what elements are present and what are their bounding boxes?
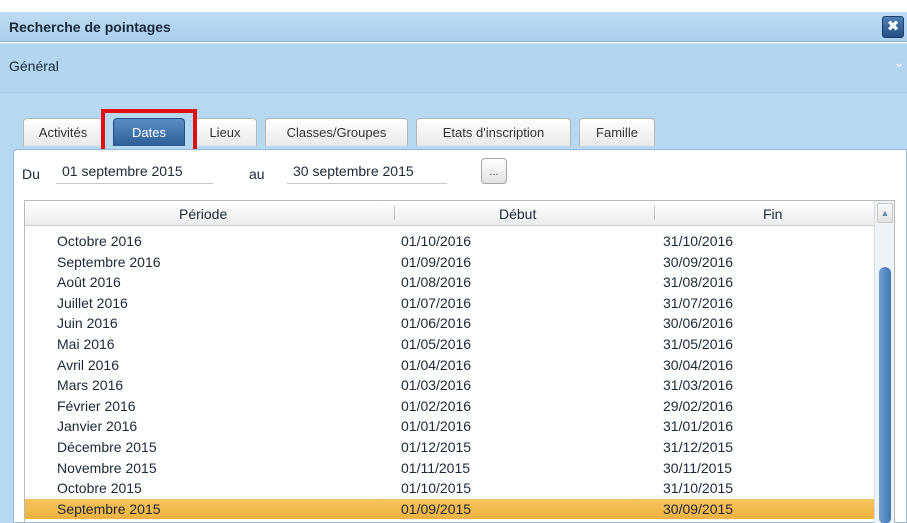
cell-fin: 30/09/2016 [663, 253, 734, 270]
cell-fin: 31/01/2016 [663, 418, 734, 435]
cell-fin: 30/11/2015 [663, 459, 733, 476]
cell-periode: Septembre 2016 [57, 253, 161, 270]
tab-label: Etats d'inscription [442, 125, 545, 140]
cell-debut: 01/02/2016 [401, 397, 472, 414]
tab-etats-inscription[interactable]: Etats d'inscription [416, 118, 571, 146]
cell-periode: Décembre 2015 [57, 438, 157, 455]
close-button[interactable]: ✖ [882, 16, 904, 38]
table-row[interactable]: Août 2016 01/08/2016 31/08/2016 [25, 272, 875, 293]
tab-label: Activités [38, 125, 88, 140]
cell-periode: Avril 2016 [57, 356, 120, 373]
cell-periode: Mai 2016 [57, 335, 115, 352]
title-bar: Recherche de pointages ✖ [0, 12, 907, 42]
close-icon: ✖ [886, 18, 900, 35]
cell-debut: 01/01/2016 [401, 418, 472, 435]
table-row[interactable]: Mars 2016 01/03/2016 31/03/2016 [25, 375, 875, 396]
cell-periode: Octobre 2016 [57, 233, 142, 249]
table-row[interactable]: Avril 2016 01/04/2016 30/04/2016 [25, 355, 875, 376]
from-date-field[interactable]: 01 septembre 2015 [56, 160, 213, 184]
column-separator[interactable] [394, 206, 395, 220]
cell-fin: 31/05/2016 [663, 335, 734, 352]
cell-debut: 01/05/2016 [401, 335, 472, 352]
table-row[interactable]: Novembre 2015 01/11/2015 30/11/2015 [25, 458, 875, 479]
cell-fin: 30/09/2015 [663, 500, 734, 517]
cell-debut: 01/06/2016 [401, 315, 472, 332]
cell-debut: 01/04/2016 [401, 356, 472, 373]
table-row[interactable]: Février 2016 01/02/2016 29/02/2016 [25, 396, 875, 417]
cell-debut: 01/07/2016 [401, 294, 472, 311]
column-header-fin[interactable]: Fin [763, 206, 782, 222]
window-title: Recherche de pointages [9, 19, 171, 35]
cell-debut: 01/10/2015 [401, 480, 472, 497]
cell-fin: 30/06/2016 [663, 315, 734, 332]
column-header-periode[interactable]: Période [179, 206, 227, 222]
cell-periode: Octobre 2015 [57, 480, 142, 497]
column-separator[interactable] [654, 206, 655, 220]
table-row[interactable]: Mai 2016 01/05/2016 31/05/2016 [25, 334, 875, 355]
cell-debut: 01/09/2016 [401, 253, 472, 270]
cell-debut: 01/10/2016 [401, 233, 472, 249]
cell-fin: 31/03/2016 [663, 377, 734, 394]
cell-fin: 30/04/2016 [663, 356, 734, 373]
scroll-up-button[interactable]: ▲ [877, 203, 893, 223]
tab-classes-groupes[interactable]: Classes/Groupes [265, 118, 408, 146]
cell-periode: Septembre 2015 [57, 500, 161, 517]
table-row[interactable]: Octobre 2016 01/10/2016 31/10/2016 [25, 231, 875, 252]
vertical-scrollbar[interactable]: ▲ [874, 201, 894, 523]
cell-periode: Mars 2016 [57, 377, 124, 394]
to-date-field[interactable]: 30 septembre 2015 [287, 160, 447, 184]
general-section-header[interactable]: Général ⌄ [0, 43, 907, 93]
table-row[interactable]: Juin 2016 01/06/2016 30/06/2016 [25, 313, 875, 334]
selected-table-row[interactable]: Septembre 2015 01/09/2015 30/09/2015 [25, 498, 875, 520]
to-label: au [249, 166, 265, 182]
table-row[interactable]: Janvier 2016 01/01/2016 31/01/2016 [25, 416, 875, 437]
cell-fin: 31/10/2016 [663, 233, 734, 249]
cell-periode: Février 2016 [57, 397, 136, 414]
cell-fin: 31/10/2015 [663, 480, 734, 497]
cell-debut: 01/08/2016 [401, 274, 472, 291]
tab-famille[interactable]: Famille [579, 118, 655, 146]
tab-activites[interactable]: Activités [23, 118, 103, 146]
tab-dates[interactable]: Dates [113, 118, 185, 146]
cell-periode: Janvier 2016 [57, 418, 138, 435]
cell-fin: 31/07/2016 [663, 294, 734, 311]
section-label: Général [9, 58, 59, 74]
from-label: Du [22, 166, 40, 182]
table-row[interactable]: Décembre 2015 01/12/2015 31/12/2015 [25, 437, 875, 458]
tab-label: Classes/Groupes [286, 125, 387, 140]
cell-fin: 29/02/2016 [663, 397, 734, 414]
cell-fin: 31/08/2016 [663, 274, 734, 291]
table-row[interactable]: Septembre 2016 01/09/2016 30/09/2016 [25, 252, 875, 273]
grid-header: Période Début Fin [25, 201, 894, 226]
date-picker-button[interactable]: ... [481, 158, 507, 184]
periods-grid: Période Début Fin Octobre 2016 01/10/2016… [24, 200, 895, 523]
cell-debut: 01/09/2015 [401, 500, 472, 517]
tab-lieux[interactable]: Lieux [193, 118, 257, 146]
cell-periode: Juin 2016 [57, 315, 118, 332]
tab-label: Famille [596, 125, 638, 140]
cell-fin: 31/12/2015 [663, 438, 734, 455]
cell-debut: 01/11/2015 [401, 459, 471, 476]
arrow-up-icon: ▲ [880, 208, 890, 218]
table-row[interactable]: Octobre 2015 01/10/2015 31/10/2015 [25, 478, 875, 499]
grid-rows: Octobre 2016 01/10/2016 31/10/2016 Septemb… [25, 231, 875, 520]
chevron-down-icon[interactable]: ⌄ [893, 54, 905, 71]
scrollbar-thumb[interactable] [879, 267, 891, 523]
cell-periode: Août 2016 [57, 274, 121, 291]
cell-periode: Juillet 2016 [57, 294, 128, 311]
column-header-debut[interactable]: Début [499, 206, 536, 222]
table-row[interactable]: Juillet 2016 01/07/2016 31/07/2016 [25, 293, 875, 314]
cell-debut: 01/03/2016 [401, 377, 472, 394]
tab-label: Dates [132, 125, 166, 140]
cell-debut: 01/12/2015 [401, 438, 472, 455]
cell-periode: Novembre 2015 [57, 459, 157, 476]
tab-label: Lieux [209, 125, 241, 140]
